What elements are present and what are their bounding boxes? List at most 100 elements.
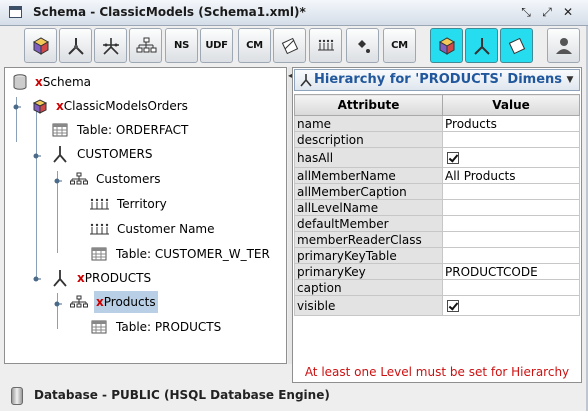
tree-node-table-products[interactable]: Table: PRODUCTS xyxy=(91,317,223,337)
hierarchy-selector[interactable]: Hierarchy for 'PRODUCTS' Dimensi... ▼ xyxy=(294,69,580,91)
properties-title: Hierarchy for 'PRODUCTS' Dimensi... xyxy=(314,72,562,87)
value-name[interactable]: Products xyxy=(442,115,580,132)
add-level-button[interactable] xyxy=(309,28,342,63)
value-hasall[interactable] xyxy=(442,147,580,168)
attr-defaultmember: defaultMember xyxy=(294,215,443,232)
level-add-icon xyxy=(317,39,334,50)
tree-node-label: Table: PRODUCTS xyxy=(116,320,222,334)
maximize-icon[interactable]: ⤢ xyxy=(540,5,554,19)
collapse-toggle-icon[interactable] xyxy=(11,101,21,110)
tree-node-label: PRODUCTS xyxy=(84,271,152,285)
value-primarykeytable[interactable] xyxy=(442,247,580,264)
value-alllevelname[interactable] xyxy=(442,199,580,216)
tree-node-hierarchy-products[interactable]: xProducts xyxy=(70,291,158,313)
hierarchy-add-icon xyxy=(136,37,156,52)
table-row: allMemberCaption xyxy=(294,183,580,200)
add-calculated-member-button[interactable]: CM xyxy=(238,28,271,63)
tree-node-label: Customer Name xyxy=(117,222,215,236)
table-row: defaultMember xyxy=(294,215,580,232)
value-primarykey[interactable]: PRODUCTCODE xyxy=(442,263,580,280)
table-row: name Products xyxy=(294,115,580,132)
properties-panel: Hierarchy for 'PRODUCTS' Dimensi... ▼ At… xyxy=(292,67,582,383)
attr-name: name xyxy=(294,115,443,132)
virtual-dimension-icon xyxy=(473,37,490,55)
column-header-attribute[interactable]: Attribute xyxy=(294,94,443,116)
cube-icon xyxy=(32,99,48,114)
add-virtual-cube-button[interactable] xyxy=(430,28,463,63)
attr-primarykey: primaryKey xyxy=(294,263,443,280)
value-allmembercaption[interactable] xyxy=(442,183,580,200)
column-header-value[interactable]: Value xyxy=(442,94,580,116)
hierarchy-icon xyxy=(70,295,88,308)
tree-node-schema[interactable]: xSchema xyxy=(13,72,93,92)
table-row: allLevelName xyxy=(294,199,580,216)
value-defaultmember[interactable] xyxy=(442,215,580,232)
table-row: primaryKeyTable xyxy=(294,247,580,264)
attr-visible: visible xyxy=(294,295,443,316)
visible-checkbox[interactable] xyxy=(447,300,459,312)
dimension-icon xyxy=(53,270,67,287)
add-virtual-calculated-member-button[interactable]: CM xyxy=(383,28,416,63)
add-measure-button[interactable] xyxy=(273,28,306,63)
tree-node-cube[interactable]: xClassicModelsOrders xyxy=(32,96,190,116)
grant-role-button[interactable] xyxy=(547,28,580,63)
hasall-checkbox[interactable] xyxy=(447,152,459,164)
add-dimension-button[interactable] xyxy=(59,28,92,63)
add-virtual-dimension-button[interactable] xyxy=(465,28,498,63)
table-row: primaryKey PRODUCTCODE xyxy=(294,263,580,280)
named-set-label: NS xyxy=(174,40,189,51)
value-caption[interactable] xyxy=(442,279,580,296)
selected-node-label: xProducts xyxy=(94,291,158,313)
tree-node-dimension-customers[interactable]: CUSTOMERS xyxy=(52,144,154,164)
add-virtual-measure-button[interactable] xyxy=(500,28,533,63)
dimension-add-icon xyxy=(67,37,84,55)
virtual-measure-icon xyxy=(508,37,525,54)
add-property-button[interactable] xyxy=(346,28,379,63)
value-visible[interactable] xyxy=(442,295,580,316)
close-icon[interactable]: ✕ xyxy=(561,5,575,19)
collapse-toggle-icon[interactable] xyxy=(31,150,41,159)
add-cube-button[interactable] xyxy=(24,28,57,63)
error-marker: x xyxy=(35,75,43,89)
collapse-toggle-icon[interactable] xyxy=(31,273,41,282)
add-udf-button[interactable]: UDF xyxy=(200,28,233,63)
tree-node-label: Table: CUSTOMER_W_TER xyxy=(116,247,270,261)
status-text: Database - PUBLIC (HSQL Database Engine) xyxy=(34,388,330,402)
add-dimension-usage-button[interactable] xyxy=(94,28,127,63)
add-named-set-button[interactable]: NS xyxy=(165,28,198,63)
attr-allmembername: allMemberName xyxy=(294,167,443,184)
tree-node-hierarchy-customers[interactable]: Customers xyxy=(70,169,163,189)
tree-node-label: ClassicModelsOrders xyxy=(63,99,188,113)
tree-node-table-customer[interactable]: Table: CUSTOMER_W_TER xyxy=(91,244,272,264)
collapse-toggle-icon[interactable] xyxy=(52,298,62,307)
tree-node-level-customer-name[interactable]: Customer Name xyxy=(89,219,217,239)
tree-node-label: Products xyxy=(103,295,156,309)
virtual-cm-label: CM xyxy=(391,40,408,51)
window-icon xyxy=(9,6,22,18)
tree-node-label: Schema xyxy=(42,75,91,89)
virtual-cube-icon xyxy=(438,36,455,55)
level-icon xyxy=(90,198,109,210)
value-description[interactable] xyxy=(442,131,580,148)
chevron-down-icon[interactable]: ▼ xyxy=(563,72,577,88)
value-memberreaderclass[interactable] xyxy=(442,231,580,248)
error-marker: x xyxy=(96,295,104,309)
table-icon xyxy=(91,320,107,334)
restore-icon[interactable]: ⤡ xyxy=(519,5,533,19)
add-hierarchy-button[interactable] xyxy=(129,28,162,63)
error-marker: x xyxy=(77,271,85,285)
attr-description: description xyxy=(294,131,443,148)
measure-add-icon xyxy=(281,37,298,54)
hierarchy-icon xyxy=(70,172,88,185)
tree-node-level-territory[interactable]: Territory xyxy=(89,194,169,214)
tree-node-table-orderfact[interactable]: Table: ORDERFACT xyxy=(52,120,190,140)
table-row: allMemberName All Products xyxy=(294,167,580,184)
toolbar: NS UDF CM CM xyxy=(0,26,588,66)
tree-node-dimension-products[interactable]: xPRODUCTS xyxy=(52,268,153,288)
schema-tree[interactable]: xSchema xClassicModelsOrders Table: ORDE… xyxy=(4,67,287,364)
attr-memberreaderclass: memberReaderClass xyxy=(294,231,443,248)
collapse-toggle-icon[interactable] xyxy=(52,175,62,184)
attr-allmembercaption: allMemberCaption xyxy=(294,183,443,200)
value-allmembername[interactable]: All Products xyxy=(442,167,580,184)
property-add-icon xyxy=(357,39,370,53)
